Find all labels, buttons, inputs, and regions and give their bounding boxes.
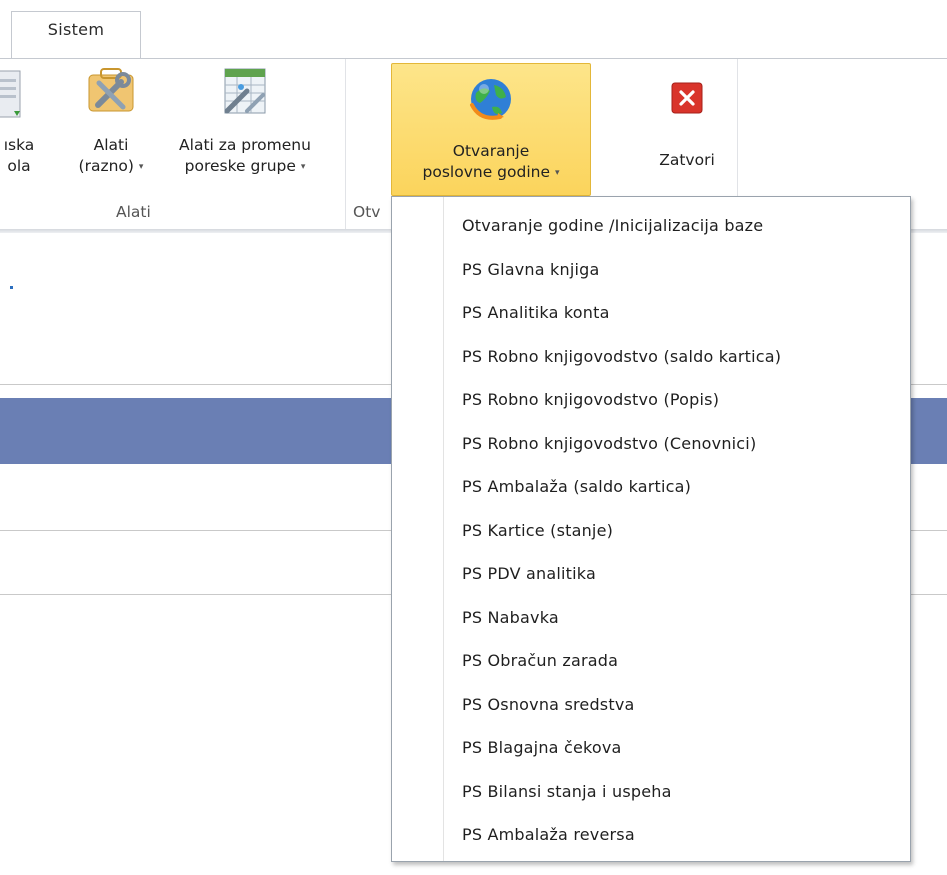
alati-razno-label-1: Alati	[93, 136, 129, 154]
menu-item-ps-analitika-konta[interactable]: PS Analitika konta	[392, 291, 910, 335]
group-label-otvaranje: Otv	[353, 203, 381, 221]
otvaranje-poslovne-godine-button[interactable]: Otvaranje poslovne godine ▾	[391, 63, 591, 196]
group-separator	[345, 59, 346, 229]
group-label-alati: Alati	[116, 203, 151, 221]
chevron-down-icon: ▾	[554, 168, 560, 178]
zatvori-button[interactable]: Zatvori	[640, 65, 734, 171]
alati-promena-label-1: Alati za promenu	[179, 136, 311, 154]
tools-icon	[72, 65, 150, 127]
menu-item-ps-ambalaza-saldo[interactable]: PS Ambalaža (saldo kartica)	[392, 465, 910, 509]
menu-item-otvaranje-godine[interactable]: Otvaranje godine /Inicijalizacija baze	[392, 204, 910, 248]
menu-item-ps-nabavka[interactable]: PS Nabavka	[392, 596, 910, 640]
alati-razno-button[interactable]: Alati (razno) ▾	[72, 65, 150, 178]
alati-razno-label-2: (razno) ▾	[72, 156, 150, 178]
document-icon	[0, 65, 42, 127]
bullet-dot	[10, 286, 13, 289]
menu-item-ps-robno-popis[interactable]: PS Robno knjigovodstvo (Popis)	[392, 378, 910, 422]
menu-item-ps-robno-cenovnici[interactable]: PS Robno knjigovodstvo (Cenovnici)	[392, 422, 910, 466]
close-icon	[640, 82, 734, 120]
otvaranje-label-2-text: poslovne godine	[422, 163, 550, 181]
spreadsheet-tools-icon	[150, 65, 340, 127]
partial-button-label-1: ıska	[3, 136, 35, 154]
menu-item-ps-osnovna-sredstva[interactable]: PS Osnovna sredstva	[392, 683, 910, 727]
menu-item-ps-kartice[interactable]: PS Kartice (stanje)	[392, 509, 910, 553]
menu-item-ps-obracun-zarada[interactable]: PS Obračun zarada	[392, 639, 910, 683]
menu-item-ps-robno-saldo[interactable]: PS Robno knjigovodstvo (saldo kartica)	[392, 335, 910, 379]
alati-promena-poreske-grupe-button[interactable]: Alati za promenu poreske grupe ▾	[150, 65, 340, 178]
menu-item-ps-glavna-knjiga[interactable]: PS Glavna knjiga	[392, 248, 910, 292]
chevron-down-icon: ▾	[138, 162, 144, 172]
menu-item-ps-bilansi[interactable]: PS Bilansi stanja i uspeha	[392, 770, 910, 814]
chevron-down-icon: ▾	[300, 162, 306, 172]
tab-sistem[interactable]: Sistem	[11, 11, 141, 59]
menu-items: Otvaranje godine /Inicijalizacija baze P…	[392, 204, 910, 857]
globe-icon	[392, 75, 590, 129]
alati-razno-label-2-text: (razno)	[78, 157, 134, 175]
partial-button-label-2: ola	[7, 157, 31, 175]
ribbon-tabstrip: Sistem	[0, 0, 947, 59]
alati-promena-label-2-text: poreske grupe	[184, 157, 296, 175]
alati-promena-label-2: poreske grupe ▾	[150, 156, 340, 178]
menu-item-ps-pdv-analitika[interactable]: PS PDV analitika	[392, 552, 910, 596]
menu-item-ps-blagajna-cekova[interactable]: PS Blagajna čekova	[392, 726, 910, 770]
menu-item-ps-ambalaza-reversa[interactable]: PS Ambalaža reversa	[392, 813, 910, 857]
partial-ribbon-button[interactable]: ıska ola	[0, 65, 42, 177]
zatvori-label: Zatvori	[659, 151, 715, 169]
otvaranje-label-1: Otvaranje	[452, 142, 530, 160]
otvaranje-dropdown-menu: Otvaranje godine /Inicijalizacija baze P…	[391, 196, 911, 862]
otvaranje-label-2: poslovne godine ▾	[392, 162, 590, 184]
